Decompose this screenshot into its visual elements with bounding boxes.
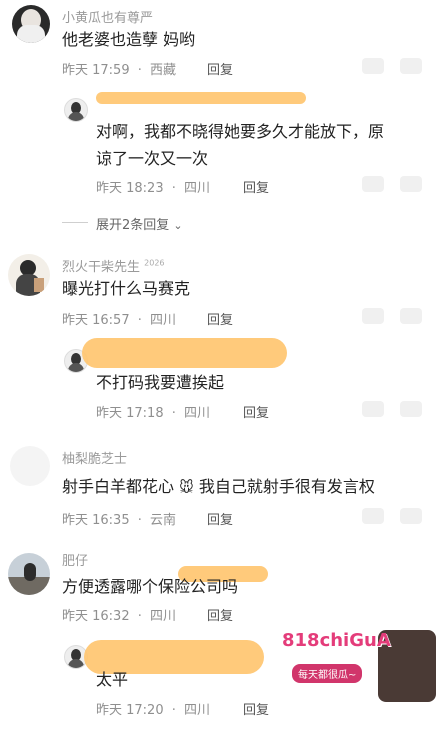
like-icon[interactable] <box>362 401 384 417</box>
chevron-down-icon: ⌄ <box>173 219 183 232</box>
separator: · <box>137 513 142 528</box>
username-text: 烈火干柴先生 <box>62 260 141 275</box>
reply-button[interactable]: 回复 <box>207 605 233 624</box>
reply-location: 四川 <box>184 406 211 421</box>
comment-time: 昨天 16:32 <box>62 609 130 624</box>
reply-location: 四川 <box>184 181 211 196</box>
reply-text-continued: 谅了一次又一次 <box>96 149 209 168</box>
reply-button[interactable]: 回复 <box>207 309 233 328</box>
dislike-icon[interactable] <box>400 308 422 324</box>
avatar[interactable] <box>12 5 50 43</box>
comment-text: 曝光打什么马赛克 <box>62 279 191 298</box>
comment-location: 云南 <box>150 513 177 528</box>
reply-text: 对啊，我都不晓得她要多久才能放下，原 <box>96 122 385 141</box>
reply-meta: 昨天 18:23 · 四川 <box>96 177 214 196</box>
separator: · <box>137 313 142 328</box>
expand-replies[interactable]: 展开2条回复 ⌄ <box>96 214 183 233</box>
comment-meta: 昨天 16:35 · 云南 <box>62 509 180 528</box>
reply-button[interactable]: 回复 <box>243 177 269 196</box>
watermark-logo: 818chiGuA 每天都很瓜~ <box>282 626 438 704</box>
dislike-icon[interactable] <box>400 401 422 417</box>
like-icon[interactable] <box>362 508 384 524</box>
like-icon[interactable] <box>362 176 384 192</box>
comment-username[interactable]: 烈火干柴先生 2026 <box>62 256 165 275</box>
comment-time: 昨天 16:57 <box>62 313 130 328</box>
like-icon[interactable] <box>362 308 384 324</box>
reply-meta: 昨天 17:18 · 四川 <box>96 402 214 421</box>
redaction-mark <box>82 338 287 368</box>
reply-location: 四川 <box>184 703 211 718</box>
reply-text: 太平 <box>96 670 129 689</box>
separator: · <box>137 609 142 624</box>
comment-username[interactable]: 小黄瓜也有尊严 <box>62 7 153 26</box>
comment-meta: 昨天 17:59 · 西藏 <box>62 59 180 78</box>
comment-text-part: 射手白羊都花心 <box>62 477 175 496</box>
comment-meta: 昨天 16:32 · 四川 <box>62 605 180 624</box>
reply-time: 昨天 17:20 <box>96 703 164 718</box>
comment-location: 四川 <box>150 609 177 624</box>
comment-time: 昨天 16:35 <box>62 513 130 528</box>
comment-time: 昨天 17:59 <box>62 63 130 78</box>
comment-text: 射手白羊都花心 🐭 我自己就射手很有发言权 <box>62 473 375 502</box>
reply-button[interactable]: 回复 <box>243 699 269 718</box>
like-icon[interactable] <box>362 58 384 74</box>
separator: · <box>137 63 142 78</box>
divider <box>62 222 88 223</box>
comment-text: 他老婆也造孽 妈哟 <box>62 30 196 49</box>
emoji-icon: 🐭 <box>179 480 194 496</box>
comment-username[interactable]: 肥仔 <box>62 550 88 569</box>
reply-button[interactable]: 回复 <box>243 402 269 421</box>
avatar[interactable] <box>8 254 50 296</box>
avatar[interactable] <box>8 553 50 595</box>
avatar[interactable] <box>10 446 50 486</box>
comment-text-part: 我自己就射手很有发言权 <box>198 477 375 496</box>
watermark-title: 818chiGuA <box>282 630 391 651</box>
redaction-mark <box>96 92 306 104</box>
comment-username[interactable]: 柚梨脆芝士 <box>62 448 127 467</box>
reply-button[interactable]: 回复 <box>207 509 233 528</box>
separator: · <box>171 703 176 718</box>
reply-text: 不打码我要遭挨起 <box>96 373 225 392</box>
avatar[interactable] <box>64 98 88 122</box>
comment-meta: 昨天 16:57 · 四川 <box>62 309 180 328</box>
dislike-icon[interactable] <box>400 508 422 524</box>
comment-location: 四川 <box>150 313 177 328</box>
comment-location: 西藏 <box>150 63 177 78</box>
dislike-icon[interactable] <box>400 58 422 74</box>
comment-text: 方便透露哪个保险公司吗 <box>62 577 239 596</box>
user-badge: 2026 <box>144 258 165 268</box>
reply-button[interactable]: 回复 <box>207 59 233 78</box>
separator: · <box>171 181 176 196</box>
dislike-icon[interactable] <box>400 176 422 192</box>
reply-time: 昨天 17:18 <box>96 406 164 421</box>
reply-time: 昨天 18:23 <box>96 181 164 196</box>
watermark-subtitle: 每天都很瓜~ <box>292 664 363 683</box>
expand-replies-label: 展开2条回复 <box>96 218 170 233</box>
reply-meta: 昨天 17:20 · 四川 <box>96 699 214 718</box>
separator: · <box>171 406 176 421</box>
